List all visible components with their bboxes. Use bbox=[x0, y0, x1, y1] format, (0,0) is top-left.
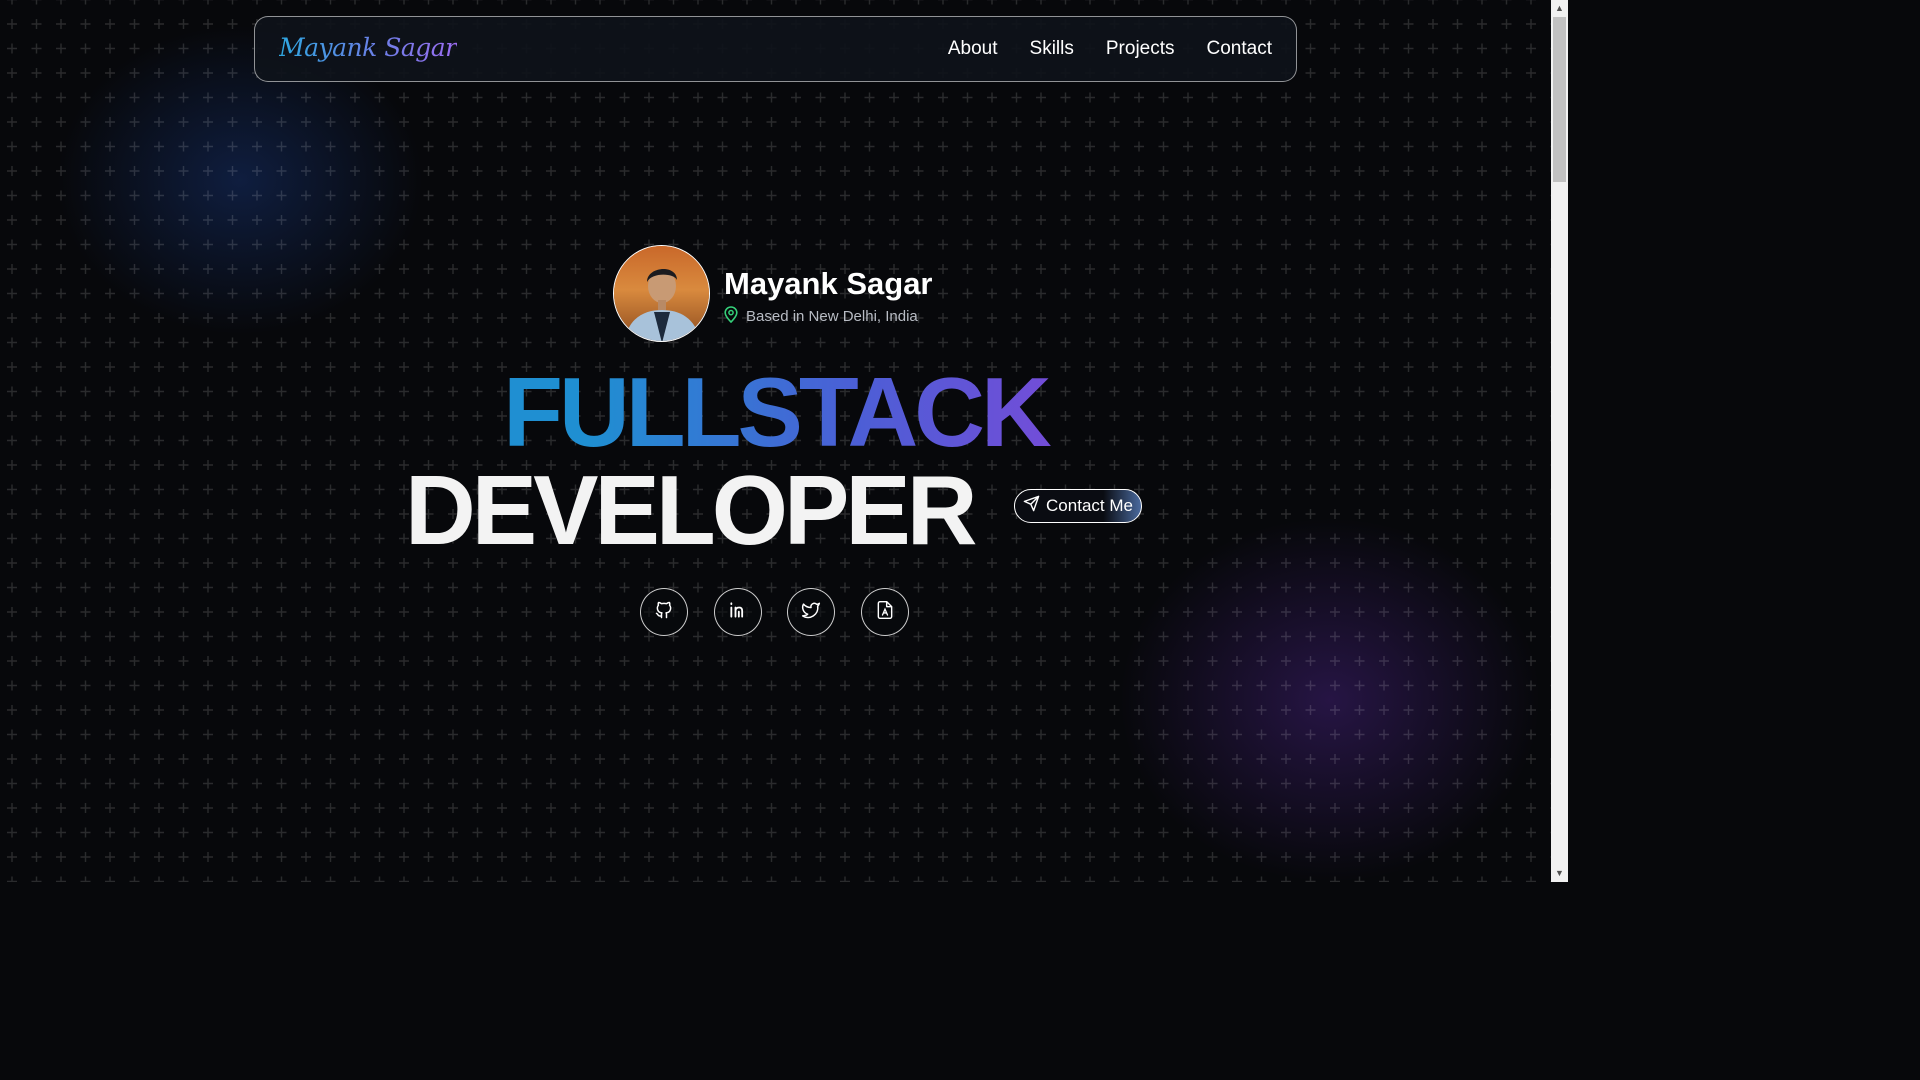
location-pin-icon bbox=[724, 306, 738, 327]
profile-location: Based in New Delhi, India bbox=[724, 306, 918, 327]
nav-link-skills[interactable]: Skills bbox=[1030, 38, 1074, 60]
headline-developer: DEVELOPER bbox=[405, 455, 977, 565]
contact-me-label: Contact Me bbox=[1046, 496, 1133, 515]
twitter-link[interactable] bbox=[787, 588, 835, 636]
nav-link-about[interactable]: About bbox=[948, 38, 998, 60]
resume-link[interactable] bbox=[861, 588, 909, 636]
profile-avatar bbox=[613, 245, 710, 342]
profile-name: Mayank Sagar bbox=[724, 266, 933, 301]
send-icon bbox=[1023, 495, 1040, 517]
linkedin-link[interactable] bbox=[714, 588, 762, 636]
contact-me-button[interactable]: Contact Me bbox=[1014, 489, 1142, 523]
location-text: Based in New Delhi, India bbox=[746, 308, 918, 325]
twitter-icon bbox=[801, 600, 821, 625]
nav-links: About Skills Projects Contact bbox=[948, 38, 1272, 60]
scroll-down-icon[interactable]: ▼ bbox=[1551, 865, 1568, 882]
navbar: Mayank Sagar About Skills Projects Conta… bbox=[254, 16, 1297, 82]
scrollbar-thumb[interactable] bbox=[1553, 17, 1566, 182]
site-logo[interactable]: Mayank Sagar bbox=[279, 33, 457, 62]
nav-link-projects[interactable]: Projects bbox=[1106, 38, 1175, 60]
github-link[interactable] bbox=[640, 588, 688, 636]
headline-fullstack: FULLSTACK bbox=[0, 356, 1551, 469]
linkedin-icon bbox=[728, 600, 748, 625]
github-icon bbox=[654, 600, 674, 625]
resume-icon bbox=[875, 600, 895, 625]
nav-link-contact[interactable]: Contact bbox=[1207, 38, 1272, 60]
scroll-up-icon[interactable]: ▲ bbox=[1551, 0, 1568, 17]
